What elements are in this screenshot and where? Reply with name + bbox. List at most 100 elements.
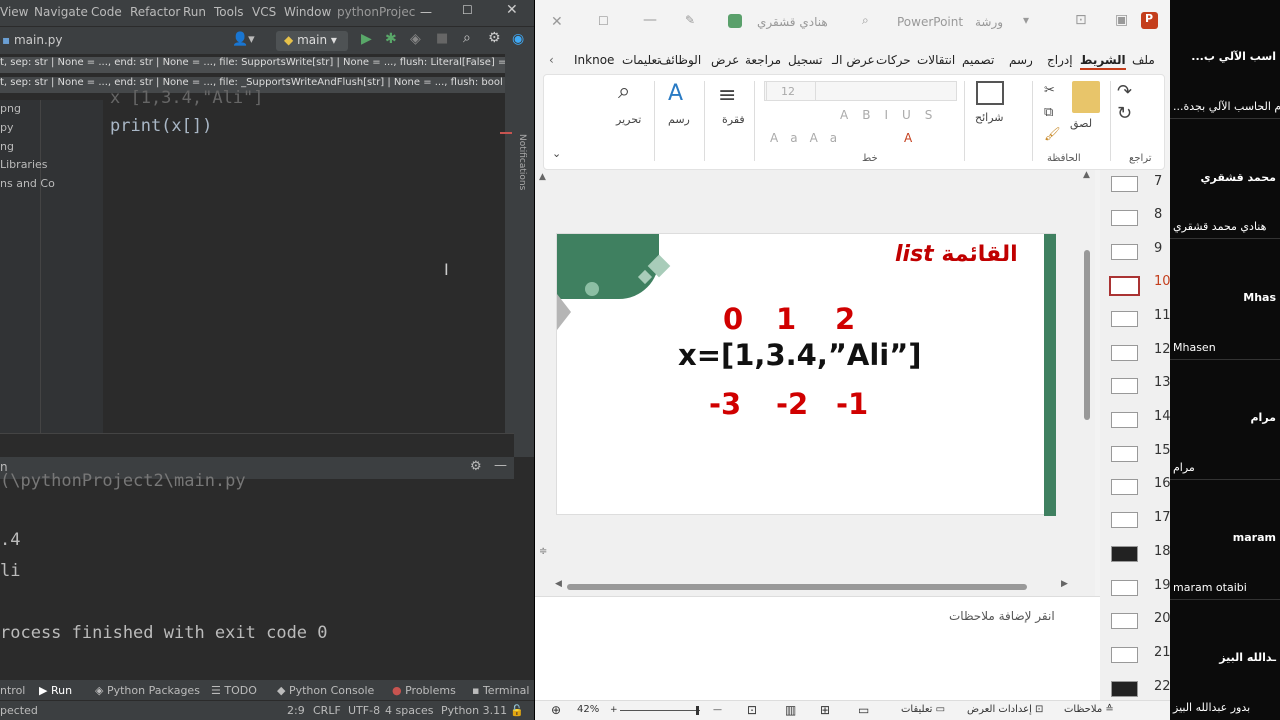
tab-transitions[interactable]: انتقالات (917, 53, 955, 67)
edit-label[interactable]: تحرير (616, 113, 641, 126)
slide-thumbnail[interactable] (1111, 512, 1138, 528)
nav-icon[interactable]: ≑ (539, 546, 547, 557)
tab-animations[interactable]: حركات (876, 53, 911, 67)
tab-problems[interactable]: ● Problems (392, 684, 456, 697)
close-icon[interactable]: ✕ (551, 14, 563, 30)
normal-view-icon[interactable]: ▭ (858, 703, 869, 717)
copy-icon[interactable]: ⧉ (1044, 105, 1053, 120)
scroll-thumb[interactable] (567, 584, 1027, 590)
cut-icon[interactable]: ✂ (1044, 83, 1055, 98)
tab-python-packages[interactable]: ◈ Python Packages (95, 684, 200, 697)
sorter-view-icon[interactable]: ⊞ (820, 703, 830, 717)
scroll-right-icon[interactable]: ▶ (1061, 579, 1068, 589)
menu-code[interactable]: Code (91, 5, 122, 19)
slide-thumbnail[interactable] (1111, 613, 1138, 629)
menu-window[interactable]: Window (284, 5, 331, 19)
slide-thumbnail[interactable] (1111, 244, 1138, 260)
chevron-left-icon[interactable]: ‹ (549, 53, 554, 67)
undo-icon[interactable]: ↻ (1117, 103, 1132, 124)
draw-icon[interactable]: A (668, 81, 683, 106)
format-painter-icon[interactable]: 🖌 (1044, 127, 1061, 142)
fit-slide-icon[interactable]: ⊕ (551, 703, 561, 717)
run-settings-icon[interactable]: ⚙ (470, 459, 482, 474)
tab-addins[interactable]: الوظائف (659, 53, 701, 67)
minimize-icon[interactable]: — (643, 12, 657, 28)
pen-icon[interactable]: ✎ (685, 13, 695, 27)
tab-home[interactable]: الشريط (1080, 53, 1126, 70)
notes-pane[interactable]: انقر لإضافة ملاحظات (535, 596, 1100, 700)
search-icon[interactable]: ⌕ (463, 30, 471, 46)
slide-thumbnail[interactable] (1111, 479, 1138, 495)
slide-thumbnail[interactable] (1111, 446, 1138, 462)
tab-terminal[interactable]: ▪ Terminal (472, 684, 529, 697)
notifications-label[interactable]: Notifications (517, 134, 527, 190)
tab-file[interactable]: ملف (1132, 53, 1155, 67)
menu-vcs[interactable]: VCS (252, 5, 276, 19)
find-icon[interactable]: ⌕ (618, 79, 630, 104)
slide-thumbnail[interactable] (1111, 176, 1138, 192)
paste-label[interactable]: لصق (1070, 117, 1092, 130)
slide-thumbnail-active[interactable] (1109, 276, 1140, 296)
project-item[interactable]: ns and Co (0, 177, 55, 190)
ribbon-expand-icon[interactable]: ⌄ (552, 147, 561, 160)
tab-insert[interactable]: إدراج (1047, 53, 1073, 67)
coverage-icon[interactable]: ◈ (410, 31, 421, 47)
new-slide-icon[interactable] (976, 81, 1004, 105)
menu-navigate[interactable]: Navigate (34, 5, 88, 19)
slide-thumbnail[interactable] (1111, 580, 1138, 596)
tab-record[interactable]: تسجيل (788, 53, 823, 67)
tab-draw[interactable]: رسم (1009, 53, 1033, 67)
paste-icon[interactable] (1072, 81, 1100, 113)
stop-icon[interactable]: ■ (436, 31, 448, 46)
comments-button[interactable]: تعليقات ▭ (901, 704, 945, 715)
scroll-up-icon[interactable]: ▲ (1083, 170, 1090, 180)
gear-icon[interactable]: ⚙ (488, 30, 501, 46)
tab-inknoe[interactable]: Inknoe (574, 53, 614, 67)
tab-todo[interactable]: ☰ TODO (211, 684, 257, 697)
slide-thumbnail[interactable] (1111, 412, 1138, 428)
zoom-level[interactable]: 42% (577, 704, 599, 715)
run-icon[interactable]: ▶ (361, 31, 372, 47)
tab-version-control[interactable]: ntrol (0, 684, 25, 697)
tab-python-console[interactable]: ◆ Python Console (277, 684, 374, 697)
account-icon[interactable] (728, 14, 742, 28)
file-encoding[interactable]: UTF-8 (348, 704, 380, 717)
tab-view[interactable]: عرض (711, 53, 739, 67)
slideshow-view-icon[interactable]: ⊡ (747, 703, 757, 717)
interpreter[interactable]: Python 3.11 (441, 704, 507, 717)
minimize-icon[interactable]: — (420, 5, 432, 19)
debug-icon[interactable]: ✱ (385, 31, 397, 47)
font-format-icons[interactable]: ABIUS (840, 108, 946, 122)
zoom-slider[interactable] (620, 710, 700, 711)
close-icon[interactable]: ✕ (506, 2, 518, 18)
project-item[interactable]: png (0, 102, 21, 115)
user-icon[interactable]: 👤▾ (232, 32, 255, 47)
slide-thumbnail[interactable] (1111, 210, 1138, 226)
menu-refactor[interactable]: Refactor (130, 5, 180, 19)
slide-thumbnail[interactable] (1111, 647, 1138, 663)
notes-button[interactable]: ملاحظات ≙ (1064, 704, 1114, 715)
menu-run[interactable]: Run (183, 5, 206, 19)
font-size-icons[interactable]: AaAa (770, 131, 849, 145)
jetbrains-icon[interactable]: ◉ (512, 31, 524, 47)
zoom-out-icon[interactable]: + (610, 705, 618, 715)
slides-label[interactable]: شرائح (975, 111, 1004, 124)
scroll-up-icon[interactable]: ▲ (539, 172, 546, 182)
zoom-in-icon[interactable]: — (713, 705, 722, 715)
slide-thumbnail[interactable] (1111, 378, 1138, 394)
vertical-scrollbar[interactable]: ▲ ▼ (1081, 170, 1095, 694)
caret-position[interactable]: 2:9 (287, 704, 305, 717)
paragraph-label[interactable]: فقرة (722, 113, 745, 126)
zoom-slider-thumb[interactable] (696, 706, 699, 715)
project-item[interactable]: ng (0, 140, 14, 153)
reading-view-icon[interactable]: ▥ (785, 703, 796, 717)
slide-thumbnail[interactable] (1111, 311, 1138, 327)
slide-thumbnail[interactable] (1111, 345, 1138, 361)
slide-thumbnail[interactable] (1111, 546, 1138, 562)
redo-icon[interactable]: ↷ (1117, 81, 1132, 102)
slide-thumbnail[interactable] (1111, 681, 1138, 697)
project-item[interactable]: Libraries (0, 158, 48, 171)
tab-help[interactable]: تعليمات (622, 53, 661, 67)
dropdown-icon[interactable]: ▾ (1023, 13, 1029, 27)
menu-view[interactable]: View (0, 5, 28, 19)
